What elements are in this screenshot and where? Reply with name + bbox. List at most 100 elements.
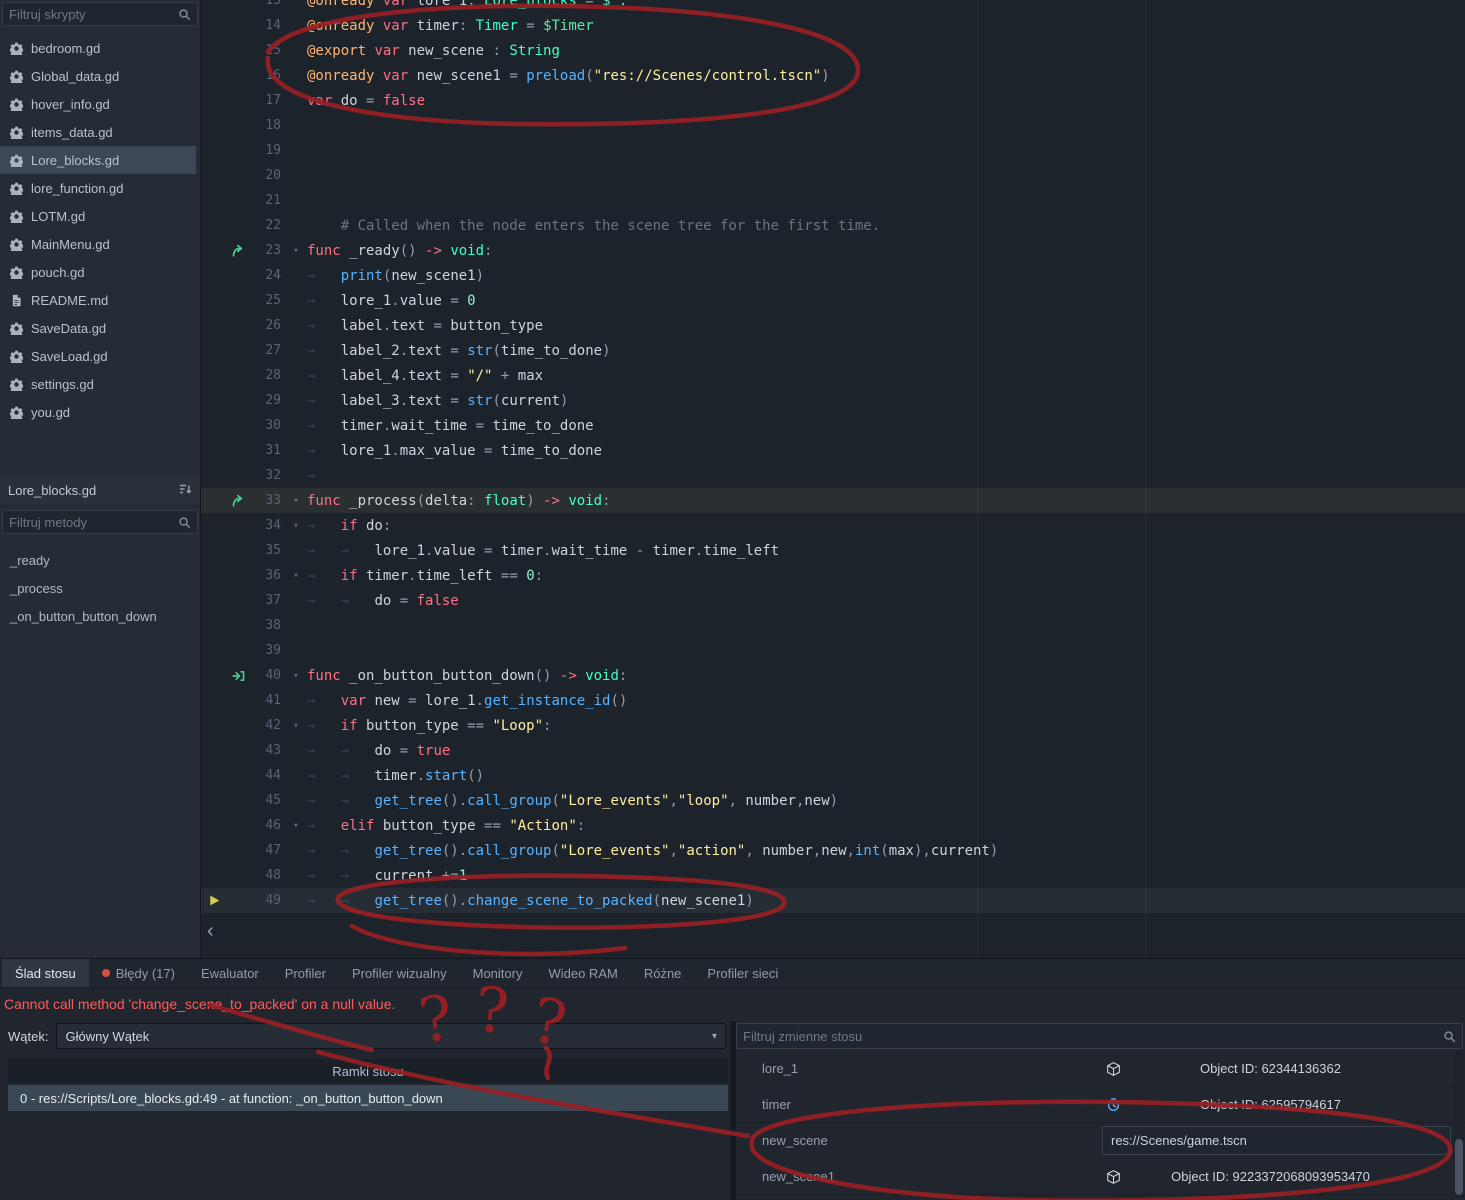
code-text[interactable]: → → timer.start() [307,768,1465,784]
sidebar-item-settings-gd[interactable]: settings.gd [0,370,196,398]
panel-collapse-chevron[interactable]: ‹ [207,920,214,943]
method-item-ready[interactable]: _ready [0,546,200,574]
code-line-36[interactable]: 36▾→ if timer.time_left == 0: [201,563,1465,588]
code-line-29[interactable]: 29→ label_3.text = str(current) [201,388,1465,413]
code-text[interactable]: → lore_1.value = 0 [307,293,1465,309]
sidebar-item-saveload-gd[interactable]: SaveLoad.gd [0,342,196,370]
code-text[interactable]: var do = false [307,93,1465,109]
code-line-31[interactable]: 31→ lore_1.max_value = time_to_done [201,438,1465,463]
fold-chevron-icon[interactable]: ▾ [285,721,307,731]
sidebar-item-lotm-gd[interactable]: LOTM.gd [0,202,196,230]
vars-scrollbar[interactable] [1454,1051,1464,1198]
code-line-16[interactable]: 16@onready var new_scene1 = preload("res… [201,63,1465,88]
code-text[interactable]: → → get_tree().change_scene_to_packed(ne… [307,893,1465,909]
code-text[interactable]: → timer.wait_time = time_to_done [307,418,1465,434]
code-text[interactable]: @onready var lore_1: Lore_blocks = $". [307,0,1465,9]
tab-b-dy-17[interactable]: Błędy (17) [89,959,188,987]
code-line-15[interactable]: 15@export var new_scene : String [201,38,1465,63]
code-line-37[interactable]: 37→ → do = false [201,588,1465,613]
code-line-26[interactable]: 26→ label.text = button_type [201,313,1465,338]
tab-ewaluator[interactable]: Ewaluator [188,959,272,987]
fold-chevron-icon[interactable]: ▾ [285,571,307,581]
code-text[interactable]: → lore_1.max_value = time_to_done [307,443,1465,459]
code-line-30[interactable]: 30→ timer.wait_time = time_to_done [201,413,1465,438]
code-line-33[interactable]: 33▾func _process(delta: float) -> void: [201,488,1465,513]
sidebar-item-mainmenu-gd[interactable]: MainMenu.gd [0,230,196,258]
code-text[interactable]: func _on_button_button_down() -> void: [307,668,1465,684]
stack-var-row-timer[interactable]: timerObject ID: 62595794617 [736,1087,1465,1123]
stack-vars-filter-input[interactable]: Filtruj zmienne stosu [736,1023,1463,1049]
sidebar-item-pouch-gd[interactable]: pouch.gd [0,258,196,286]
stack-var-row-new-scene1[interactable]: new_scene1Object ID: 9223372068093953470 [736,1159,1465,1195]
code-line-18[interactable]: 18 [201,113,1465,138]
sidebar-item-lore-function-gd[interactable]: lore_function.gd [0,174,196,202]
tab-monitory[interactable]: Monitory [460,959,536,987]
code-line-24[interactable]: 24→ print(new_scene1) [201,263,1465,288]
code-text[interactable]: → label_3.text = str(current) [307,393,1465,409]
fold-chevron-icon[interactable]: ▾ [285,496,307,506]
tab-wideo-ram[interactable]: Wideo RAM [535,959,630,987]
code-line-44[interactable]: 44→ → timer.start() [201,763,1465,788]
method-item-process[interactable]: _process [0,574,200,602]
sidebar-item-hover-info-gd[interactable]: hover_info.gd [0,90,196,118]
code-line-13[interactable]: 13@onready var lore_1: Lore_blocks = $". [201,0,1465,13]
code-text[interactable]: @onready var new_scene1 = preload("res:/… [307,68,1465,84]
sidebar-item-you-gd[interactable]: you.gd [0,398,196,426]
tab-profiler-wizualny[interactable]: Profiler wizualny [339,959,460,987]
code-line-43[interactable]: 43→ → do = true [201,738,1465,763]
code-line-32[interactable]: 32→ [201,463,1465,488]
code-line-45[interactable]: 45→ → get_tree().call_group("Lore_events… [201,788,1465,813]
code-line-38[interactable]: 38 [201,613,1465,638]
sort-methods-icon[interactable] [178,482,192,499]
sidebar-item-lore-blocks-gd[interactable]: Lore_blocks.gd [0,146,196,174]
code-text[interactable]: → elif button_type == "Action": [307,818,1465,834]
var-value-field[interactable]: res://Scenes/game.tscn [1102,1126,1451,1155]
code-text[interactable]: → → get_tree().call_group("Lore_events",… [307,793,1465,809]
code-text[interactable]: → var new = lore_1.get_instance_id() [307,693,1465,709]
code-text[interactable]: → → lore_1.value = timer.wait_time - tim… [307,543,1465,559]
code-text[interactable]: → → do = true [307,743,1465,759]
tab-profiler-sieci[interactable]: Profiler sieci [694,959,791,987]
code-line-27[interactable]: 27→ label_2.text = str(time_to_done) [201,338,1465,363]
sidebar-item-bedroom-gd[interactable]: bedroom.gd [0,34,196,62]
fold-chevron-icon[interactable]: ▾ [285,246,307,256]
code-text[interactable]: → label.text = button_type [307,318,1465,334]
code-text[interactable]: @export var new_scene : String [307,43,1465,59]
code-text[interactable]: func _process(delta: float) -> void: [307,493,1465,509]
code-text[interactable]: → → get_tree().call_group("Lore_events",… [307,843,1465,859]
code-line-47[interactable]: 47→ → get_tree().call_group("Lore_events… [201,838,1465,863]
stack-var-row-new-scene[interactable]: new_sceneres://Scenes/game.tscn [736,1123,1465,1159]
code-line-19[interactable]: 19 [201,138,1465,163]
code-line-34[interactable]: 34▾→ if do: [201,513,1465,538]
vars-scrollbar-thumb[interactable] [1455,1139,1463,1195]
sidebar-item-readme-md[interactable]: README.md [0,286,196,314]
code-text[interactable]: func _ready() -> void: [307,243,1465,259]
thread-dropdown[interactable]: Główny Wątek ▾ [56,1023,726,1049]
code-text[interactable]: → label_2.text = str(time_to_done) [307,343,1465,359]
code-text[interactable]: → label_4.text = "/" + max [307,368,1465,384]
stack-var-row-lore-1[interactable]: lore_1Object ID: 62344136362 [736,1051,1465,1087]
method-item-on-button-button-down[interactable]: _on_button_button_down [0,602,200,630]
code-text[interactable]: # Called when the node enters the scene … [307,218,1465,234]
tab-profiler[interactable]: Profiler [272,959,339,987]
code-text[interactable]: → → current +=1 [307,868,1465,884]
stack-frame-row[interactable]: 0 - res://Scripts/Lore_blocks.gd:49 - at… [8,1085,728,1111]
code-line-46[interactable]: 46▾→ elif button_type == "Action": [201,813,1465,838]
code-text[interactable]: → if timer.time_left == 0: [307,568,1465,584]
sidebar-item-savedata-gd[interactable]: SaveData.gd [0,314,196,342]
tab-r-ne[interactable]: Różne [631,959,695,987]
code-line-22[interactable]: 22 # Called when the node enters the sce… [201,213,1465,238]
code-line-41[interactable]: 41→ var new = lore_1.get_instance_id() [201,688,1465,713]
tab-lad-stosu[interactable]: Ślad stosu [2,959,89,987]
fold-chevron-icon[interactable]: ▾ [285,671,307,681]
code-text[interactable]: → if do: [307,518,1465,534]
code-line-49[interactable]: 49→ → get_tree().change_scene_to_packed(… [201,888,1465,913]
sidebar-item-global-data-gd[interactable]: Global_data.gd [0,62,196,90]
code-line-20[interactable]: 20 [201,163,1465,188]
code-line-14[interactable]: 14@onready var timer: Timer = $Timer [201,13,1465,38]
code-line-40[interactable]: 40▾func _on_button_button_down() -> void… [201,663,1465,688]
code-text[interactable]: → [307,468,1465,484]
code-line-42[interactable]: 42▾→ if button_type == "Loop": [201,713,1465,738]
code-line-23[interactable]: 23▾func _ready() -> void: [201,238,1465,263]
code-line-35[interactable]: 35→ → lore_1.value = timer.wait_time - t… [201,538,1465,563]
